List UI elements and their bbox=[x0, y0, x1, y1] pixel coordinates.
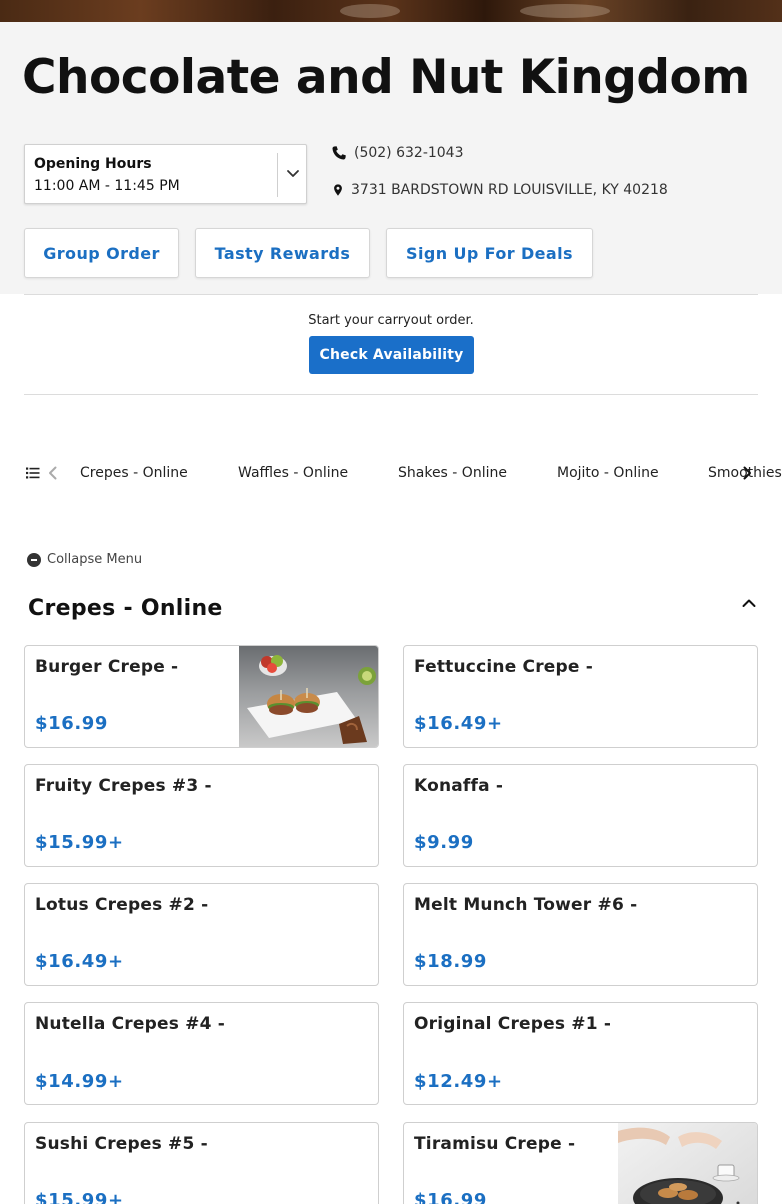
phone-row[interactable]: (502) 632-1043 bbox=[331, 145, 464, 161]
menu-item-name: Fruity Crepes #3 - bbox=[35, 776, 212, 796]
menu-item-price: $16.49+ bbox=[35, 951, 124, 972]
chevron-down-icon[interactable] bbox=[285, 165, 301, 181]
menu-item-name: Nutella Crepes #4 - bbox=[35, 1014, 226, 1034]
menu-item-card[interactable]: Nutella Crepes #4 - $14.99+ bbox=[24, 1002, 379, 1105]
carryout-prompt: Start your carryout order. bbox=[308, 313, 474, 328]
dropdown-divider bbox=[277, 153, 278, 197]
hero-texture bbox=[520, 4, 610, 18]
menu-item-name: Burger Crepe - bbox=[35, 657, 179, 677]
category-tab-crepes[interactable]: Crepes - Online bbox=[80, 465, 188, 481]
menu-item-card[interactable]: Tiramisu Crepe - $16.99 bbox=[403, 1122, 758, 1204]
menu-item-card[interactable]: Fruity Crepes #3 - $15.99+ bbox=[24, 764, 379, 867]
tasty-rewards-button[interactable]: Tasty Rewards bbox=[195, 228, 370, 278]
menu-item-card[interactable]: Fettuccine Crepe - $16.49+ bbox=[403, 645, 758, 748]
phone-icon bbox=[332, 146, 346, 160]
location-pin-icon bbox=[334, 184, 342, 196]
minus-circle-icon bbox=[27, 552, 41, 567]
phone-number[interactable]: (502) 632-1043 bbox=[354, 145, 464, 161]
menu-item-card[interactable]: Sushi Crepes #5 - $15.99+ bbox=[24, 1122, 379, 1204]
menu-item-name: Melt Munch Tower #6 - bbox=[414, 895, 638, 915]
category-tab-waffles[interactable]: Waffles - Online bbox=[238, 465, 348, 481]
menu-item-price: $15.99+ bbox=[35, 832, 124, 853]
chevron-left-icon[interactable] bbox=[46, 465, 60, 481]
list-icon[interactable] bbox=[26, 466, 40, 480]
divider bbox=[24, 394, 758, 395]
opening-hours-value: 11:00 AM - 11:45 PM bbox=[34, 178, 180, 194]
menu-item-card[interactable]: Konaffa - $9.99 bbox=[403, 764, 758, 867]
opening-hours-dropdown[interactable]: Opening Hours 11:00 AM - 11:45 PM bbox=[24, 144, 307, 204]
restaurant-title: Chocolate and Nut Kingdom bbox=[22, 50, 750, 105]
menu-item-name: Fettuccine Crepe - bbox=[414, 657, 594, 677]
menu-item-name: Konaffa - bbox=[414, 776, 504, 796]
menu-item-price: $15.99+ bbox=[35, 1190, 124, 1204]
menu-item-price: $16.49+ bbox=[414, 713, 503, 734]
menu-item-name: Sushi Crepes #5 - bbox=[35, 1134, 208, 1154]
menu-item-card[interactable]: Melt Munch Tower #6 - $18.99 bbox=[403, 883, 758, 986]
menu-item-card[interactable]: Burger Crepe - $16.99 bbox=[24, 645, 379, 748]
menu-item-image bbox=[618, 1123, 757, 1204]
menu-item-name: Tiramisu Crepe - bbox=[414, 1134, 576, 1154]
menu-item-card[interactable]: Lotus Crepes #2 - $16.49+ bbox=[24, 883, 379, 986]
menu-item-price: $12.49+ bbox=[414, 1071, 503, 1092]
address-text[interactable]: 3731 BARDSTOWN RD LOUISVILLE, KY 40218 bbox=[351, 182, 668, 198]
category-tab-mojito[interactable]: Mojito - Online bbox=[557, 465, 659, 481]
menu-item-name: Lotus Crepes #2 - bbox=[35, 895, 209, 915]
collapse-menu-label: Collapse Menu bbox=[47, 552, 143, 567]
hero-image-strip bbox=[0, 0, 782, 22]
collapse-menu-toggle[interactable]: Collapse Menu bbox=[27, 552, 142, 567]
menu-item-image bbox=[239, 646, 378, 747]
opening-hours-label: Opening Hours bbox=[34, 156, 152, 172]
group-order-button[interactable]: Group Order bbox=[24, 228, 179, 278]
section-title: Crepes - Online bbox=[28, 596, 223, 621]
hero-texture bbox=[340, 4, 400, 18]
menu-item-price: $9.99 bbox=[414, 832, 474, 853]
address-row[interactable]: 3731 BARDSTOWN RD LOUISVILLE, KY 40218 bbox=[331, 182, 668, 198]
menu-item-price: $16.99 bbox=[414, 1190, 488, 1204]
menu-item-price: $18.99 bbox=[414, 951, 488, 972]
chevron-right-icon[interactable] bbox=[740, 465, 754, 481]
category-tab-shakes[interactable]: Shakes - Online bbox=[398, 465, 507, 481]
divider bbox=[24, 294, 758, 295]
sign-up-deals-button[interactable]: Sign Up For Deals bbox=[386, 228, 593, 278]
menu-item-name: Original Crepes #1 - bbox=[414, 1014, 612, 1034]
menu-item-price: $16.99 bbox=[35, 713, 109, 734]
check-availability-button[interactable]: Check Availability bbox=[309, 336, 474, 374]
category-nav: Crepes - Online Waffles - Online Shakes … bbox=[0, 455, 782, 491]
menu-item-price: $14.99+ bbox=[35, 1071, 124, 1092]
chevron-up-icon[interactable] bbox=[741, 596, 757, 610]
menu-item-card[interactable]: Original Crepes #1 - $12.49+ bbox=[403, 1002, 758, 1105]
